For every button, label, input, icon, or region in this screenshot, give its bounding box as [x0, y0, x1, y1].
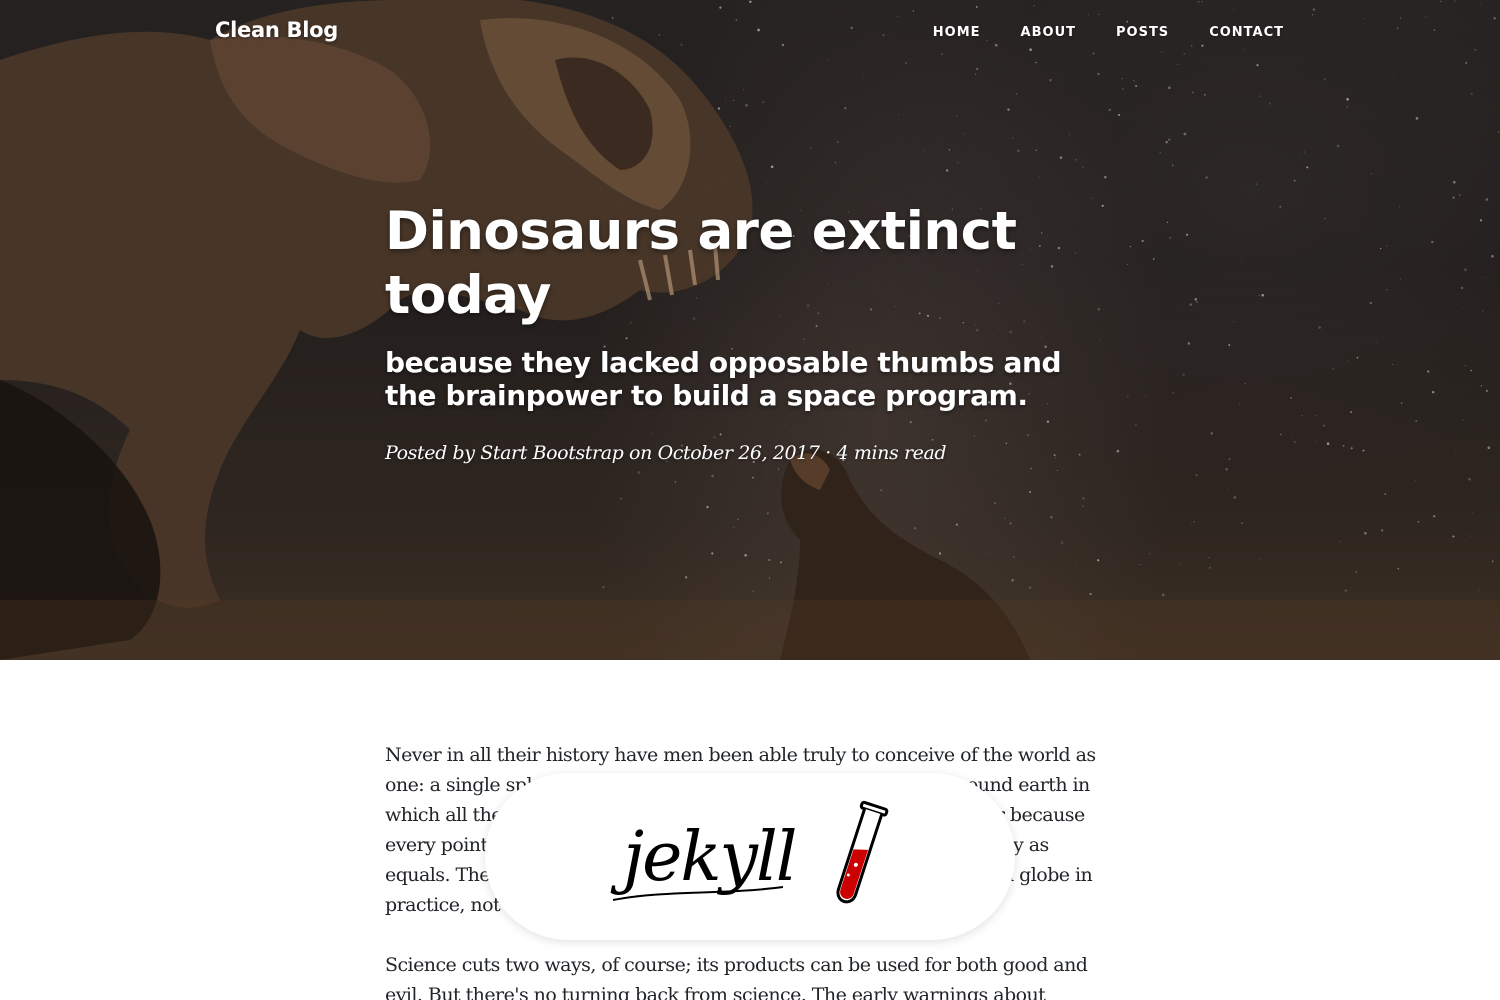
post-heading: Dinosaurs are extinct today because they…	[385, 200, 1105, 464]
meta-author[interactable]: Start Bootstrap	[480, 442, 624, 464]
hero-header: Clean Blog HOME ABOUT POSTS CONTACT Dino…	[0, 0, 1500, 660]
article-paragraph: Science cuts two ways, of course; its pr…	[385, 954, 1088, 1000]
meta-read-time: 4 mins read	[836, 442, 947, 464]
post-meta: Posted by Start Bootstrap on October 26,…	[385, 442, 1105, 464]
post-subtitle: because they lacked opposable thumbs and…	[385, 346, 1062, 412]
meta-prefix: Posted by	[385, 442, 475, 464]
nav-about-link[interactable]: ABOUT	[1021, 25, 1076, 40]
meta-date: October 26, 2017	[657, 442, 820, 464]
meta-separator: ·	[825, 442, 831, 464]
test-tube-icon	[836, 800, 889, 904]
meta-on: on	[629, 442, 652, 464]
nav-home-link[interactable]: HOME	[933, 25, 981, 40]
brand-link[interactable]: Clean Blog	[215, 18, 338, 42]
jekyll-logo-text: jekyll	[610, 818, 795, 897]
jekyll-badge: jekyll	[485, 773, 1015, 940]
nav-posts-link[interactable]: POSTS	[1116, 25, 1169, 40]
nav-contact-link[interactable]: CONTACT	[1209, 25, 1284, 40]
post-title: Dinosaurs are extinct today	[385, 201, 1017, 326]
main-nav: HOME ABOUT POSTS CONTACT	[933, 25, 1284, 40]
jekyll-logo: jekyll	[610, 800, 889, 904]
